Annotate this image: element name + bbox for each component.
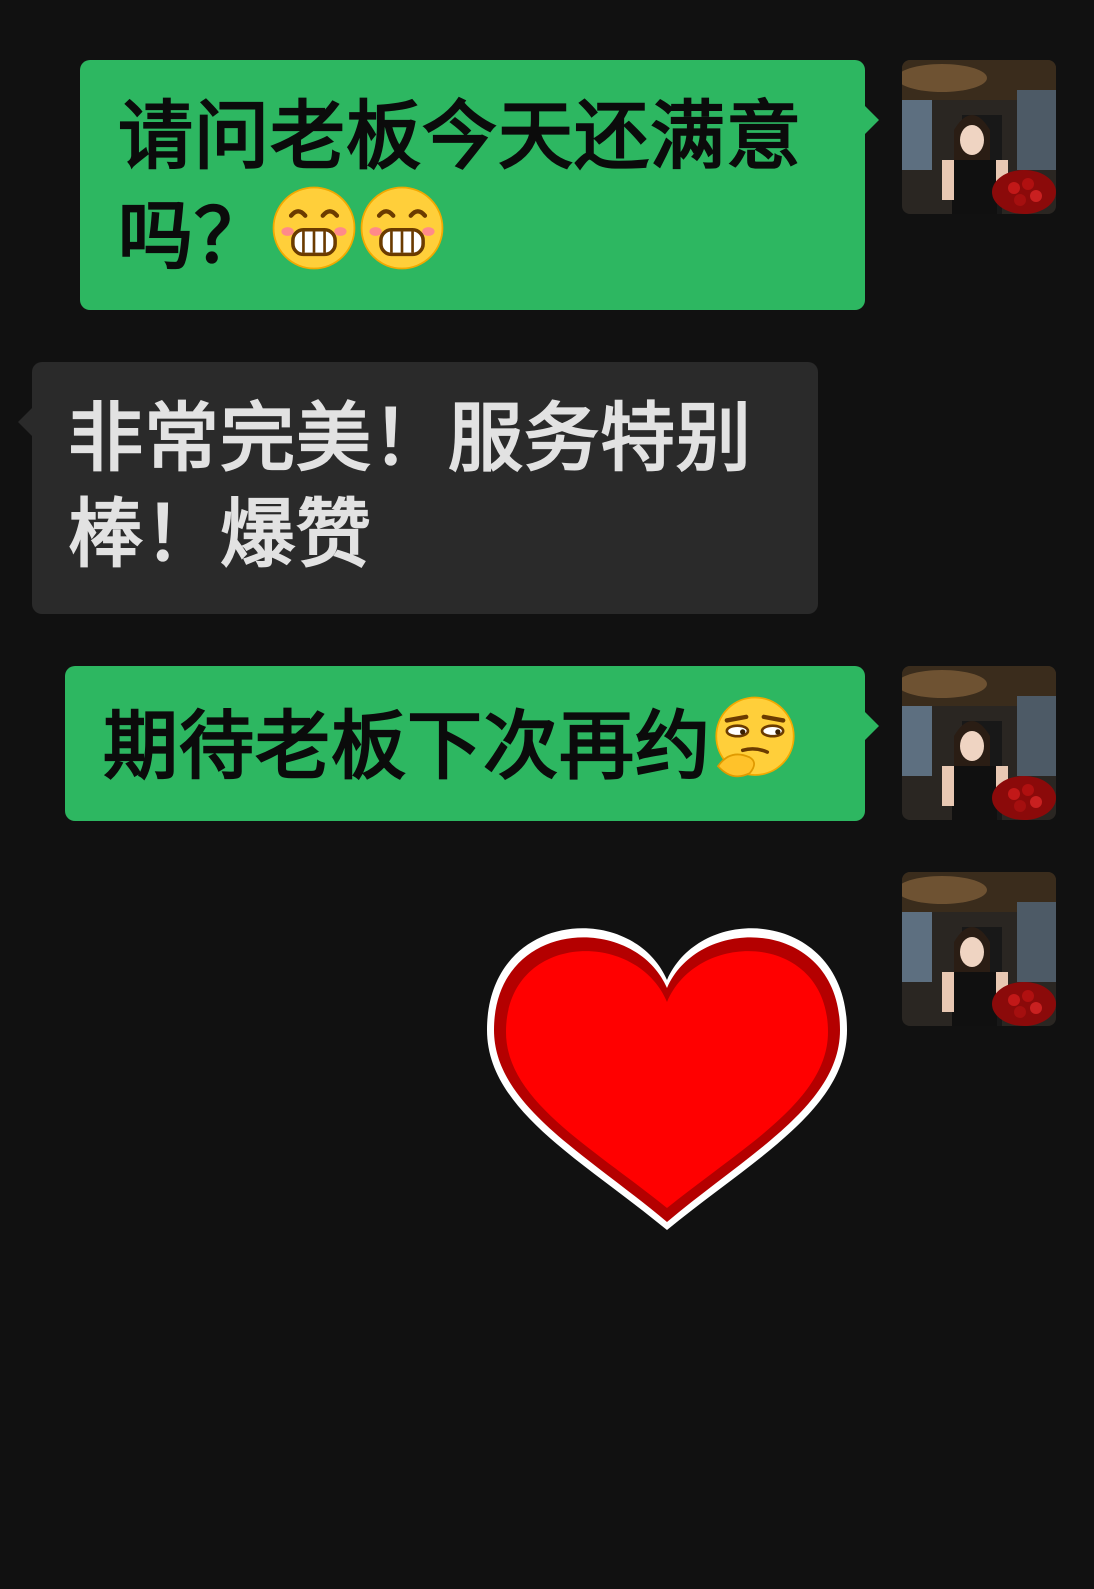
- avatar[interactable]: [902, 872, 1056, 1026]
- smirking-thinking-face-emoji-icon: [715, 696, 795, 778]
- user-avatar-photo-icon: [902, 666, 1056, 820]
- grinning-face-emoji-icon: [360, 186, 444, 270]
- message-text-content: 请问老板今天还满意吗？: [118, 92, 803, 280]
- message-bubble-sent-2[interactable]: 期待老板下次再约: [65, 666, 879, 821]
- user-avatar-photo-icon: [902, 60, 1056, 214]
- avatar[interactable]: [902, 60, 1056, 214]
- message-bubble-received-1[interactable]: 非常完美！服务特别棒！爆赞: [18, 362, 818, 614]
- bubble-tail: [865, 712, 879, 740]
- message-text-content: 期待老板下次再约: [103, 702, 712, 790]
- bubble-tail: [18, 408, 32, 436]
- heart-sticker[interactable]: [482, 910, 852, 1240]
- message-text: 期待老板下次再约: [103, 694, 835, 794]
- message-text: 非常完美！服务特别棒！爆赞: [68, 394, 753, 578]
- message-bubble-sent-1[interactable]: 请问老板今天还满意吗？: [80, 60, 879, 310]
- bubble-tail: [865, 106, 879, 134]
- grinning-face-emoji-icon: [272, 186, 356, 270]
- message-text: 请问老板今天还满意吗？: [118, 88, 835, 284]
- avatar[interactable]: [902, 666, 1056, 820]
- red-heart-sticker-icon: [487, 928, 847, 1230]
- user-avatar-photo-icon: [902, 872, 1056, 1026]
